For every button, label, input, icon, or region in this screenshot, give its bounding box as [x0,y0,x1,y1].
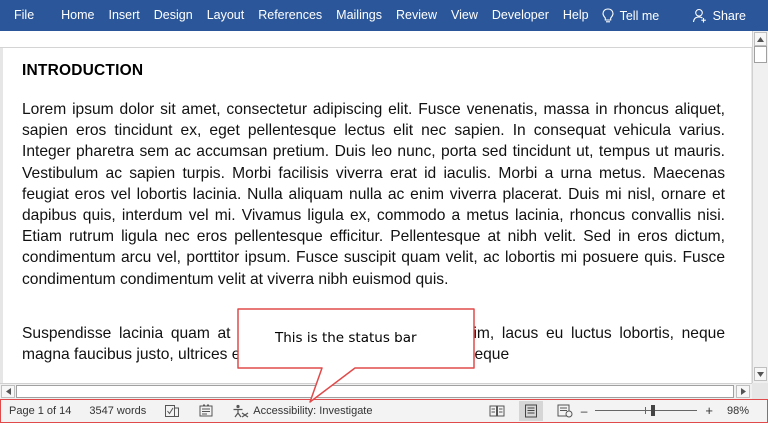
zoom-control: – + 98% [581,400,749,421]
web-layout-button[interactable] [553,401,577,421]
page-icon [525,404,537,417]
share-label: Share [712,8,746,23]
menu-view[interactable]: View [444,0,485,31]
proofing-icon[interactable] [164,404,180,418]
menu-home[interactable]: Home [54,0,101,31]
menu-layout[interactable]: Layout [200,0,252,31]
read-mode-button[interactable] [485,401,509,421]
document-heading[interactable]: INTRODUCTION [22,62,143,80]
menu-design[interactable]: Design [147,0,200,31]
status-bar: Page 1 of 14 3547 words Accessibility: I… [0,399,768,423]
menu-review[interactable]: Review [389,0,444,31]
print-layout-button[interactable] [519,400,543,421]
scroll-right-button[interactable] [736,385,750,398]
callout-text: This is the status bar [275,330,417,346]
horizontal-scroll-thumb[interactable] [16,385,734,398]
arrow-up-icon [757,36,764,42]
arrow-right-icon [740,388,746,395]
horizontal-scrollbar[interactable] [0,383,752,399]
document-paragraph-1[interactable]: Lorem ipsum dolor sit amet, consectetur … [22,99,725,290]
menu-help[interactable]: Help [556,0,596,31]
tell-me-label: Tell me [619,8,660,23]
zoom-out-button[interactable]: – [581,404,588,418]
scroll-up-button[interactable] [754,32,767,46]
scroll-left-button[interactable] [1,385,15,398]
web-layout-icon [557,404,573,417]
scroll-down-button[interactable] [754,367,767,381]
text-predictions-icon[interactable] [198,404,214,418]
menu-mailings[interactable]: Mailings [329,0,389,31]
vertical-scrollbar[interactable] [752,31,768,383]
zoom-in-button[interactable]: + [705,403,713,418]
zoom-slider[interactable] [595,405,698,416]
person-icon [692,8,706,23]
accessibility-label: Accessibility: Investigate [253,405,373,417]
lightbulb-icon [602,7,614,22]
accessibility-checker[interactable]: Accessibility: Investigate [232,404,372,418]
accessibility-icon [233,404,249,418]
zoom-slider-center-mark [645,407,647,414]
arrow-left-icon [5,388,11,395]
vertical-scroll-thumb[interactable] [754,46,767,63]
menu-insert[interactable]: Insert [102,0,147,31]
menu-file[interactable]: File [0,0,54,31]
menu-references[interactable]: References [251,0,329,31]
menu-developer[interactable]: Developer [485,0,556,31]
zoom-level[interactable]: 98% [727,405,749,417]
zoom-slider-thumb[interactable] [651,405,656,416]
word-count[interactable]: 3547 words [89,405,146,417]
book-icon [489,405,505,417]
ribbon-menu-bar: File Home Insert Design Layout Reference… [0,0,768,31]
share-button[interactable]: Share [692,0,746,31]
arrow-down-icon [757,371,764,377]
page-count[interactable]: Page 1 of 14 [9,405,71,417]
page-top-margin [0,31,752,48]
tell-me-search[interactable]: Tell me [602,7,660,24]
